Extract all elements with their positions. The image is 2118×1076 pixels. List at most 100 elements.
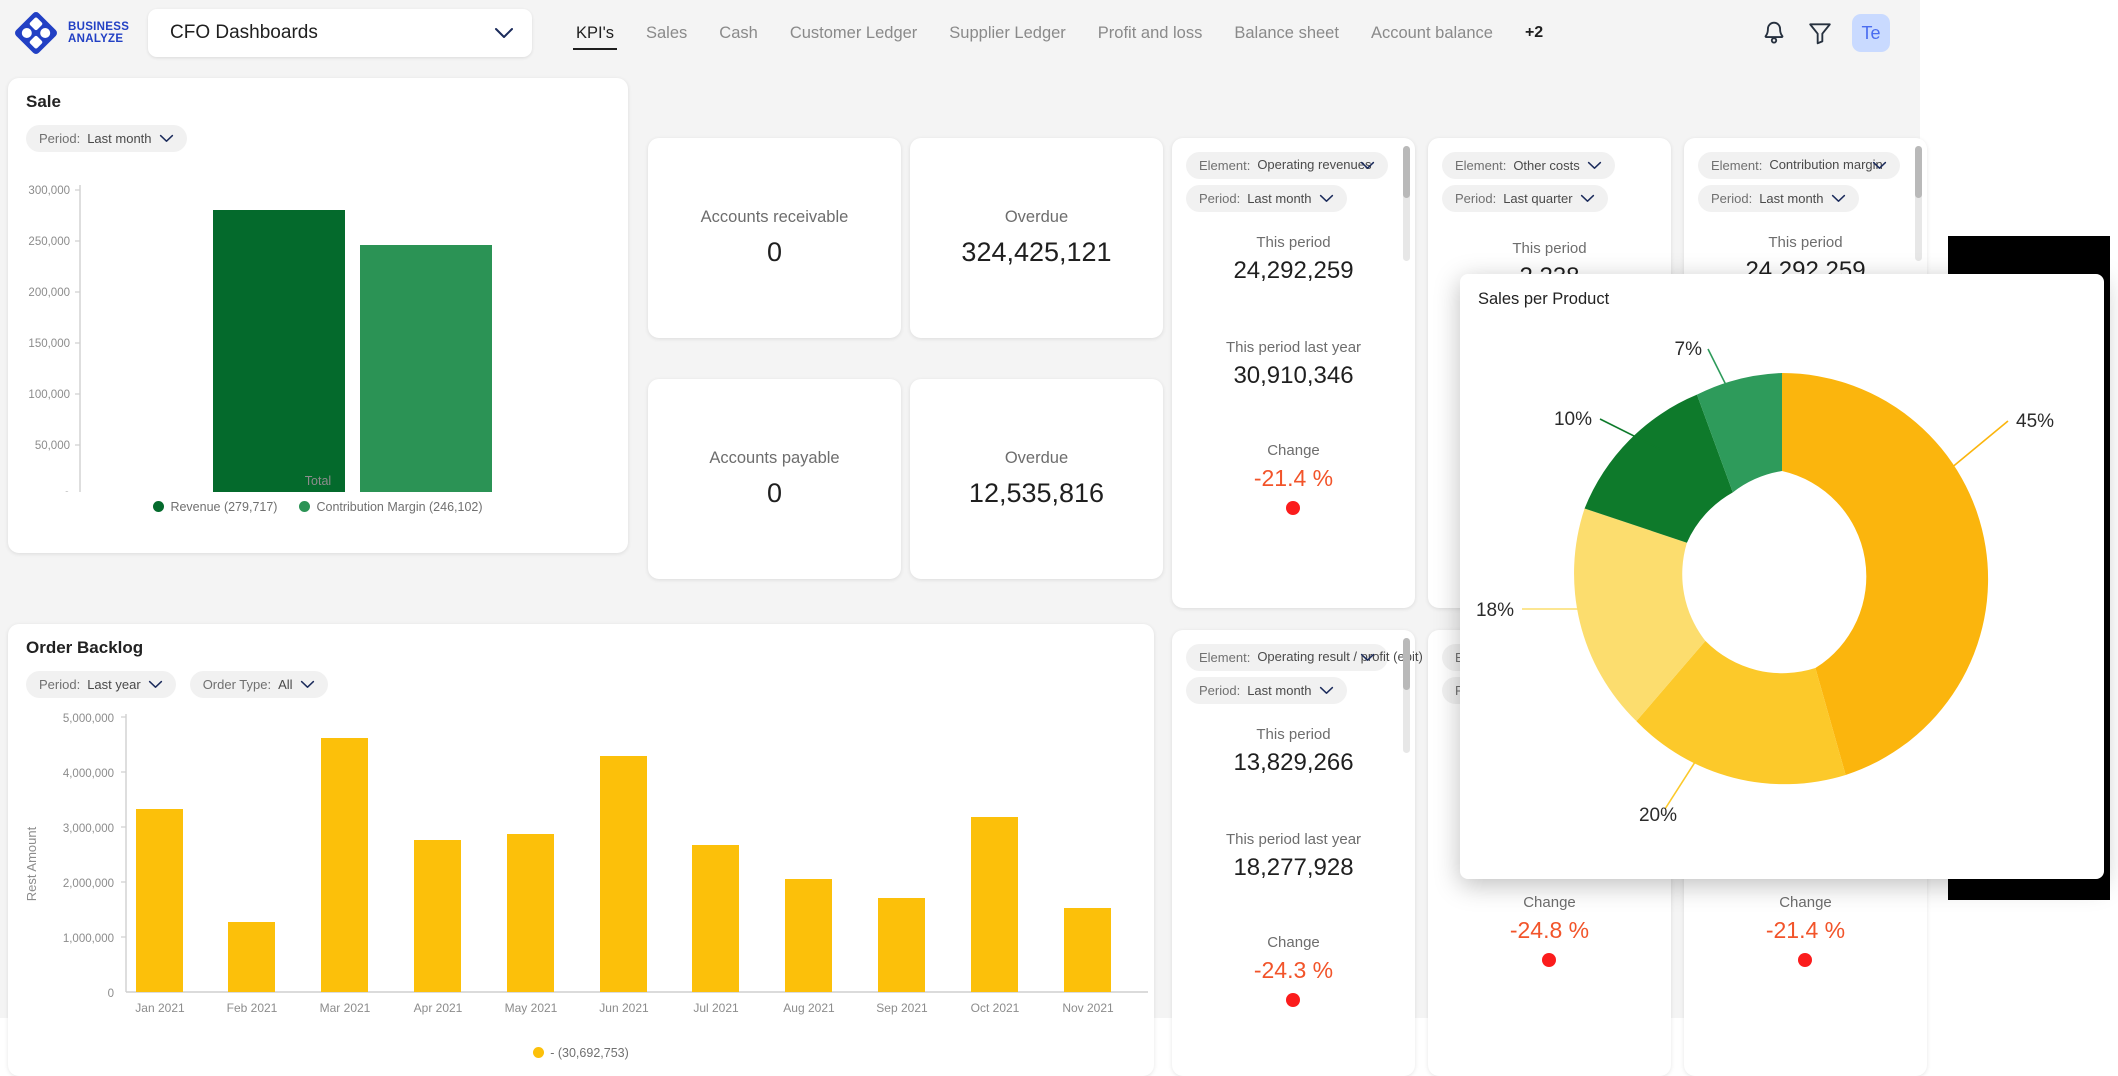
metric-value: 324,425,121 [961,237,1111,268]
sale-bar-chart: 300,000 250,000 200,000 150,000 100,000 … [8,152,628,492]
tab-cash[interactable]: Cash [703,0,774,66]
svg-text:2,000,000: 2,000,000 [63,878,114,890]
backlog-bars [136,738,1111,992]
user-avatar[interactable]: Te [1852,14,1890,52]
tab-profit-and-loss[interactable]: Profit and loss [1082,0,1219,66]
svg-text:100,000: 100,000 [28,389,70,401]
kpi-card-scrollbar[interactable] [1915,146,1922,261]
metric-label: Accounts payable [709,449,839,468]
metric-card-receivable-overdue[interactable]: Overdue 324,425,121 [910,138,1163,338]
order-backlog-legend: - (30,692,753) [8,1046,1154,1060]
donut-label-18: 18% [1476,600,1514,621]
filter-funnel-icon[interactable] [1806,19,1834,47]
sale-chart-card: Sale Period: Last month 300,000 250,000 … [8,78,628,553]
kpi-this-period-value: 24,292,259 [1233,257,1353,285]
legend-item-backlog[interactable]: - (30,692,753) [533,1046,629,1060]
metric-value: 0 [767,237,782,268]
tab-kpis[interactable]: KPI's [560,0,630,66]
kpi-period-value: Last month [1247,683,1311,698]
tab-balance-sheet[interactable]: Balance sheet [1218,0,1355,66]
kpi-period-filter[interactable]: Period: Last month [1186,677,1347,704]
app-logo[interactable]: BUSINESS ANALYZE [14,11,134,55]
backlog-period-filter[interactable]: Period: Last year [26,671,176,698]
kpi-element-value: Operating result / profit (ebit) [1257,650,1353,665]
kpi-element-filter[interactable]: Element: Other costs [1442,152,1615,179]
status-indicator-red-dot [1286,993,1300,1007]
tab-customer-ledger[interactable]: Customer Ledger [774,0,933,66]
chevron-down-icon [1360,161,1375,170]
kpi-period-filter[interactable]: Period: Last month [1698,185,1859,212]
kpi-last-year-label: This period last year [1226,339,1361,356]
chevron-down-icon [494,27,514,39]
sale-period-filter[interactable]: Period: Last month [26,125,187,152]
kpi-change: Change -21.4 % [1766,894,1845,967]
legend-item-contribution-margin[interactable]: Contribution Margin (246,102) [299,500,482,514]
avatar-initials: Te [1861,23,1880,44]
backlog-order-type-filter[interactable]: Order Type: All [190,671,328,698]
kpi-last-year-value: 18,277,928 [1233,854,1353,882]
kpi-change-value: -24.8 % [1510,917,1589,944]
metric-card-accounts-receivable[interactable]: Accounts receivable 0 [648,138,901,338]
kpi-card-scrollbar[interactable] [1403,146,1410,261]
metric-card-payable-overdue[interactable]: Overdue 12,535,816 [910,379,1163,579]
metric-label: Overdue [1005,449,1068,468]
kpi-card-operating-result: Element: Operating result / profit (ebit… [1172,630,1415,1076]
chevron-down-icon [1319,194,1334,203]
tab-sales[interactable]: Sales [630,0,703,66]
donut-label-20: 20% [1639,805,1677,826]
kpi-period-filter[interactable]: Period: Last quarter [1442,185,1608,212]
application-window: BUSINESS ANALYZE CFO Dashboards KPI's Sa… [0,0,1920,1018]
donut-slices [1574,373,1988,784]
sale-card-title: Sale [26,92,610,112]
sales-per-product-donut-chart: 45% 20% 18% 10% 7% [1460,309,2104,869]
kpi-card-operating-revenues: Element: Operating revenues Period: Last… [1172,138,1415,608]
legend-item-revenue[interactable]: Revenue (279,717) [153,500,277,514]
metric-label: Accounts receivable [701,208,849,227]
kpi-change-label: Change [1779,894,1832,911]
kpi-element-key: Element: [1455,158,1506,173]
svg-text:0: 0 [108,988,114,1000]
svg-text:Jun 2021: Jun 2021 [599,1001,649,1015]
svg-text:Mar 2021: Mar 2021 [320,1001,371,1015]
svg-text:50,000: 50,000 [35,440,70,452]
sale-period-value: Last month [87,131,151,146]
svg-text:0: 0 [64,491,70,492]
kpi-this-period-label: This period [1256,726,1330,743]
metric-value: 0 [767,478,782,509]
kpi-period-key: Period: [1199,683,1240,698]
donut-label-7: 7% [1675,339,1703,360]
metric-value: 12,535,816 [969,478,1104,509]
kpi-change-value: -24.3 % [1254,957,1333,984]
sales-per-product-popup[interactable]: Sales per Product [1460,274,2104,879]
tab-supplier-ledger[interactable]: Supplier Ledger [933,0,1082,66]
svg-text:Apr 2021: Apr 2021 [414,1001,463,1015]
kpi-period-filter[interactable]: Period: Last month [1186,185,1347,212]
chevron-down-icon [148,680,163,689]
kpi-period-key: Period: [1199,191,1240,206]
notification-bell-icon[interactable] [1760,19,1788,47]
kpi-change-value: -21.4 % [1254,465,1333,492]
svg-text:200,000: 200,000 [28,287,70,299]
kpi-period-value: Last month [1247,191,1311,206]
order-backlog-card: Order Backlog Period: Last year Order Ty… [8,624,1154,1076]
svg-text:Oct 2021: Oct 2021 [971,1001,1020,1015]
kpi-card-scrollbar[interactable] [1403,638,1410,753]
backlog-period-key: Period: [39,677,80,692]
kpi-this-period: This period 13,829,266 [1233,726,1353,777]
kpi-last-year: This period last year 18,277,928 [1226,831,1361,882]
svg-text:Aug 2021: Aug 2021 [783,1001,835,1015]
kpi-element-filter[interactable]: Element: Contribution margin [1698,152,1900,179]
sale-chart-legend: Revenue (279,717) Contribution Margin (2… [8,500,628,514]
tab-more-overflow[interactable]: +2 [1509,0,1559,66]
top-bar-actions: Te [1760,14,1900,52]
svg-text:1,000,000: 1,000,000 [63,933,114,945]
kpi-element-key: Element: [1199,650,1250,665]
status-indicator-red-dot [1542,953,1556,967]
chevron-down-icon [1580,194,1595,203]
kpi-element-filter[interactable]: Element: Operating result / profit (ebit… [1186,644,1388,671]
metric-card-accounts-payable[interactable]: Accounts payable 0 [648,379,901,579]
dashboard-selector[interactable]: CFO Dashboards [148,9,532,57]
tab-account-balance[interactable]: Account balance [1355,0,1509,66]
sale-period-key: Period: [39,131,80,146]
kpi-element-filter[interactable]: Element: Operating revenues [1186,152,1388,179]
